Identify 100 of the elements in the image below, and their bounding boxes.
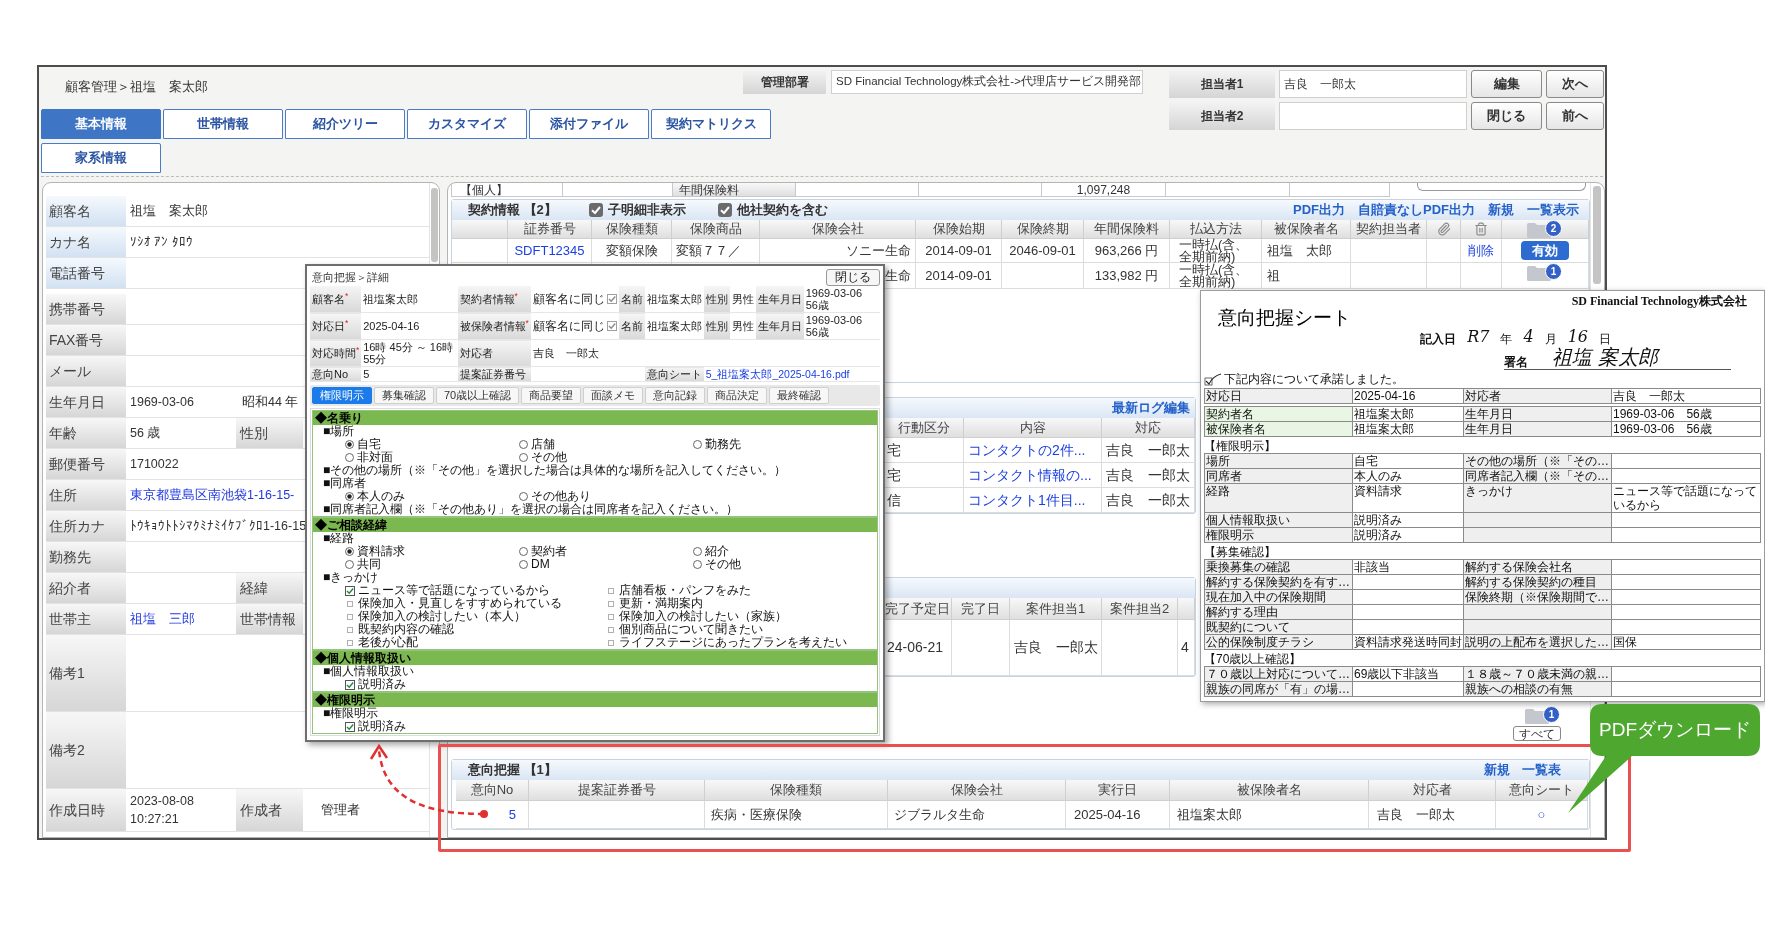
- consent-text: 下記内容について承諾しました。: [1224, 372, 1404, 386]
- link[interactable]: 新規: [1488, 200, 1514, 220]
- link[interactable]: 新規: [1484, 760, 1510, 780]
- tab[interactable]: 権限明示: [312, 387, 372, 404]
- checkbox[interactable]: [606, 294, 617, 304]
- status-button[interactable]: 有効: [1521, 241, 1569, 260]
- radio-button[interactable]: [693, 560, 702, 569]
- tab[interactable]: 世帯情報: [163, 109, 283, 139]
- question-label: ■同席者記入欄（※「その他あり」を選択の場合は同席者を記入ください。）: [323, 502, 739, 516]
- link[interactable]: 最新ログ編集: [1112, 398, 1190, 418]
- checkbox[interactable]: [345, 679, 355, 690]
- tab[interactable]: 家系情報: [41, 143, 161, 173]
- tab[interactable]: 添付ファイル: [529, 109, 649, 139]
- policy-link[interactable]: SDFT12345: [514, 240, 585, 261]
- handwritten-text: 4: [1522, 328, 1535, 346]
- option-label: 子明細非表示: [607, 201, 686, 220]
- radio-button[interactable]: [693, 547, 702, 556]
- question-label: ■権限明示: [323, 706, 379, 720]
- toolbar-button[interactable]: 閉じる: [1471, 102, 1542, 130]
- all-button[interactable]: すべて: [1513, 726, 1561, 741]
- field-label: 顧客名$^{*}$: [310, 286, 362, 313]
- radio-button[interactable]: [345, 453, 354, 462]
- tab[interactable]: 最終確認: [769, 387, 830, 404]
- checkbox[interactable]: [347, 613, 353, 620]
- checkbox[interactable]: [608, 600, 614, 607]
- radio-button[interactable]: [519, 440, 528, 449]
- close-button[interactable]: 閉じる: [826, 268, 880, 286]
- staff-field[interactable]: 吉良 一郎太: [1279, 70, 1467, 98]
- scrollbar-thumb[interactable]: [431, 188, 438, 262]
- sheet-link[interactable]: ○: [1537, 804, 1546, 825]
- checkbox[interactable]: [347, 626, 353, 633]
- checkbox[interactable]: [347, 639, 353, 646]
- radio-button[interactable]: [519, 453, 528, 462]
- tab[interactable]: 商品要望: [521, 387, 582, 404]
- question-label: ■経路: [323, 531, 355, 545]
- scrollbar-thumb[interactable]: [1593, 186, 1601, 284]
- field-label: 携帯番号: [46, 294, 126, 324]
- checkbox[interactable]: [608, 587, 614, 594]
- staff-name: 吉良 一郎太: [1377, 805, 1455, 824]
- cut-off-button[interactable]: [1417, 183, 1586, 191]
- radio-button[interactable]: [345, 547, 354, 556]
- radio-button[interactable]: [693, 440, 702, 449]
- checkbox[interactable]: [717, 203, 732, 217]
- link[interactable]: 東京都豊島区南池袋1-16-15-: [130, 486, 295, 504]
- radio-button[interactable]: [345, 560, 354, 569]
- intention-link[interactable]: 5: [508, 804, 516, 825]
- column-header: 保険種類: [705, 780, 888, 801]
- link[interactable]: 一覧表示: [1527, 200, 1579, 220]
- tab[interactable]: 商品決定: [707, 387, 768, 404]
- insured-name: 祖塩 太郎: [1267, 241, 1332, 260]
- field-value: 1969-03-06 56歳: [805, 287, 863, 311]
- checkbox[interactable]: [606, 321, 617, 331]
- radio-button[interactable]: [345, 492, 354, 501]
- field-value: 2025-04-16: [363, 320, 420, 332]
- tab[interactable]: 契約マトリクス: [651, 109, 771, 139]
- radio-button[interactable]: [519, 492, 528, 501]
- date-label: 記入日: [1420, 332, 1457, 346]
- tab[interactable]: 面談メモ: [583, 387, 644, 404]
- link[interactable]: 祖塩 三郎: [130, 610, 195, 628]
- tab[interactable]: 70歳以上確認: [436, 387, 520, 404]
- column-header: 案件担当2: [1102, 598, 1178, 620]
- field-label: 生年月日: [755, 286, 804, 313]
- tab[interactable]: 紹介ツリー: [285, 109, 405, 139]
- checkbox[interactable]: [1204, 372, 1222, 386]
- content-link[interactable]: コンタクトの2件...: [968, 439, 1086, 461]
- file-link[interactable]: 5_祖塩案太郎_2025-04-16.pdf: [705, 368, 850, 380]
- link[interactable]: 一覧表: [1522, 760, 1561, 780]
- toolbar-button[interactable]: 前へ: [1546, 102, 1604, 130]
- value-cell: 資料請求: [1353, 484, 1464, 513]
- toolbar-button[interactable]: 編集: [1471, 70, 1542, 98]
- content-link[interactable]: コンタクト1件目...: [968, 489, 1086, 511]
- checkbox[interactable]: [608, 613, 614, 620]
- content-link[interactable]: コンタクト情報の...: [968, 464, 1092, 486]
- checkbox[interactable]: [588, 203, 603, 217]
- label-cell: 説明の上配布を選択した…: [1464, 635, 1612, 650]
- question-label: ■場所: [323, 424, 355, 438]
- radio-button[interactable]: [345, 440, 354, 449]
- staff-field[interactable]: [1279, 102, 1467, 130]
- tab[interactable]: 募集確認: [374, 387, 434, 404]
- end-date: 2046-09-01: [1009, 241, 1076, 260]
- checkbox[interactable]: [347, 600, 353, 607]
- checkbox[interactable]: [608, 626, 614, 633]
- department-field[interactable]: SD Financial Technology株式会社->代理店サービス開発部: [831, 70, 1143, 94]
- toolbar-button[interactable]: 次へ: [1546, 70, 1604, 98]
- link[interactable]: 自賠責なしPDF出力: [1358, 200, 1475, 220]
- insurer-name: 生命: [885, 266, 911, 285]
- checkbox[interactable]: [345, 721, 355, 732]
- tab[interactable]: 基本情報: [41, 109, 161, 139]
- delete-link[interactable]: 削除: [1468, 240, 1494, 261]
- radio-button[interactable]: [519, 547, 528, 556]
- link[interactable]: PDF出力: [1293, 200, 1345, 220]
- field-label: カナ名: [46, 227, 126, 257]
- label-cell: 生年月日: [1464, 407, 1612, 422]
- field-value: 2023-08-08 10:27:21: [130, 793, 195, 828]
- value-cell: 吉良 一郎太: [1612, 389, 1761, 404]
- radio-button[interactable]: [519, 560, 528, 569]
- tab[interactable]: カスタマイズ: [407, 109, 527, 139]
- checkbox[interactable]: [345, 585, 355, 596]
- checkbox[interactable]: [608, 639, 614, 646]
- tab[interactable]: 意向記録: [645, 387, 706, 404]
